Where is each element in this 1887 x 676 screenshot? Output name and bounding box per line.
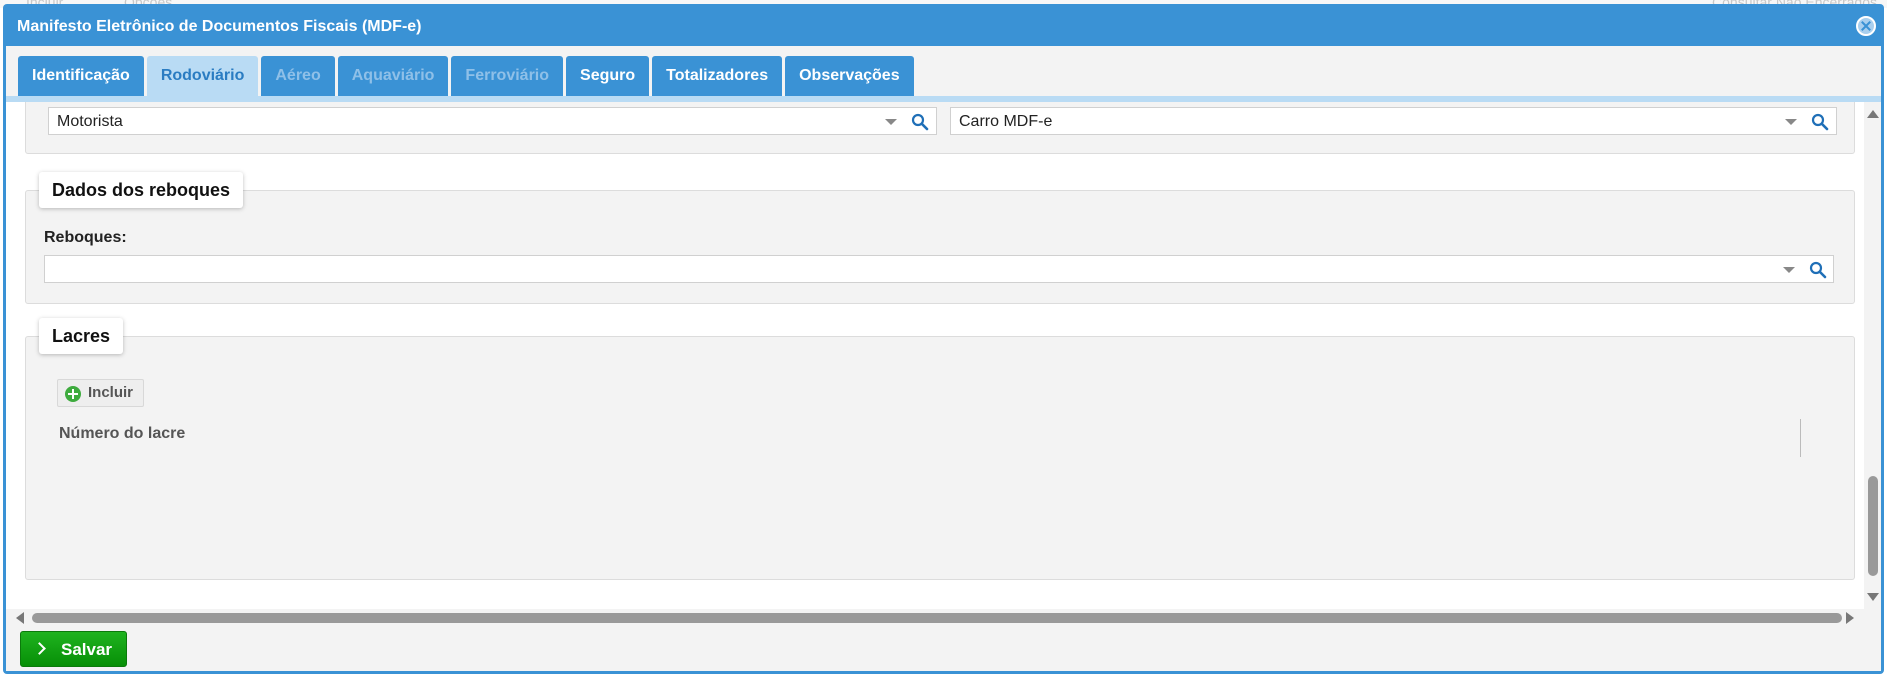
chevron-down-icon[interactable]	[885, 119, 897, 125]
tab-content: Motorista Carro MDF-e Reboques: Dados do…	[6, 102, 1864, 609]
reboques-combo[interactable]	[44, 255, 1834, 283]
tab-seguro[interactable]: Seguro	[566, 56, 650, 96]
save-button[interactable]: Salvar	[20, 631, 127, 667]
reboques-label: Reboques:	[44, 229, 127, 246]
vertical-scroll-thumb[interactable]	[1868, 476, 1878, 576]
tab-aquaviario: Aquaviário	[337, 56, 449, 96]
column-separator[interactable]	[1800, 419, 1801, 457]
lacres-section-title: Lacres	[39, 318, 124, 354]
chevron-right-icon	[33, 642, 46, 655]
column-header-numero-lacre: Número do lacre	[59, 425, 186, 442]
search-icon[interactable]	[1809, 261, 1827, 279]
vertical-scrollbar[interactable]	[1864, 102, 1881, 609]
motorista-value: Motorista	[57, 113, 123, 130]
tab-identificacao[interactable]: Identificação	[18, 56, 144, 96]
tab-rodoviario[interactable]: Rodoviário	[146, 56, 259, 96]
save-label: Salvar	[61, 640, 113, 659]
veiculo-value: Carro MDF-e	[959, 113, 1053, 130]
reboques-section-title: Dados dos reboques	[39, 172, 244, 208]
scroll-down-icon[interactable]	[1867, 593, 1879, 601]
dialog-title: Manifesto Eletrônico de Documentos Fisca…	[17, 18, 422, 35]
tab-observacoes[interactable]: Observações	[785, 56, 914, 96]
mdfe-dialog: Manifesto Eletrônico de Documentos Fisca…	[3, 4, 1884, 674]
tab-ferroviario: Ferroviário	[451, 56, 564, 96]
scroll-up-icon[interactable]	[1867, 110, 1879, 118]
motorista-veiculo-panel: Motorista Carro MDF-e	[25, 102, 1855, 154]
search-icon[interactable]	[1811, 113, 1829, 131]
tab-totalizadores[interactable]: Totalizadores	[652, 56, 783, 96]
dialog-titlebar[interactable]: Manifesto Eletrônico de Documentos Fisca…	[3, 4, 1884, 46]
incluir-lacre-button[interactable]: Incluir	[57, 379, 145, 407]
search-icon[interactable]	[911, 113, 929, 131]
dialog-body: Identificação Rodoviário Aéreo Aquaviári…	[6, 46, 1881, 671]
tab-bar: Identificação Rodoviário Aéreo Aquaviári…	[18, 56, 914, 96]
tab-aereo: Aéreo	[261, 56, 335, 96]
incluir-label: Incluir	[88, 384, 134, 401]
chevron-down-icon[interactable]	[1785, 119, 1797, 125]
veiculo-combo[interactable]: Carro MDF-e	[950, 107, 1837, 135]
scroll-left-icon[interactable]	[16, 612, 24, 624]
reboques-panel: Reboques:	[25, 190, 1855, 304]
motorista-combo[interactable]: Motorista	[48, 107, 937, 135]
lacres-panel: Incluir Número do lacre	[25, 336, 1855, 580]
chevron-down-icon[interactable]	[1783, 267, 1795, 273]
scroll-right-icon[interactable]	[1846, 612, 1854, 624]
close-icon[interactable]	[1856, 16, 1876, 36]
horizontal-scrollbar[interactable]	[6, 609, 1864, 627]
add-icon	[65, 386, 81, 402]
horizontal-scroll-thumb[interactable]	[32, 613, 1842, 623]
